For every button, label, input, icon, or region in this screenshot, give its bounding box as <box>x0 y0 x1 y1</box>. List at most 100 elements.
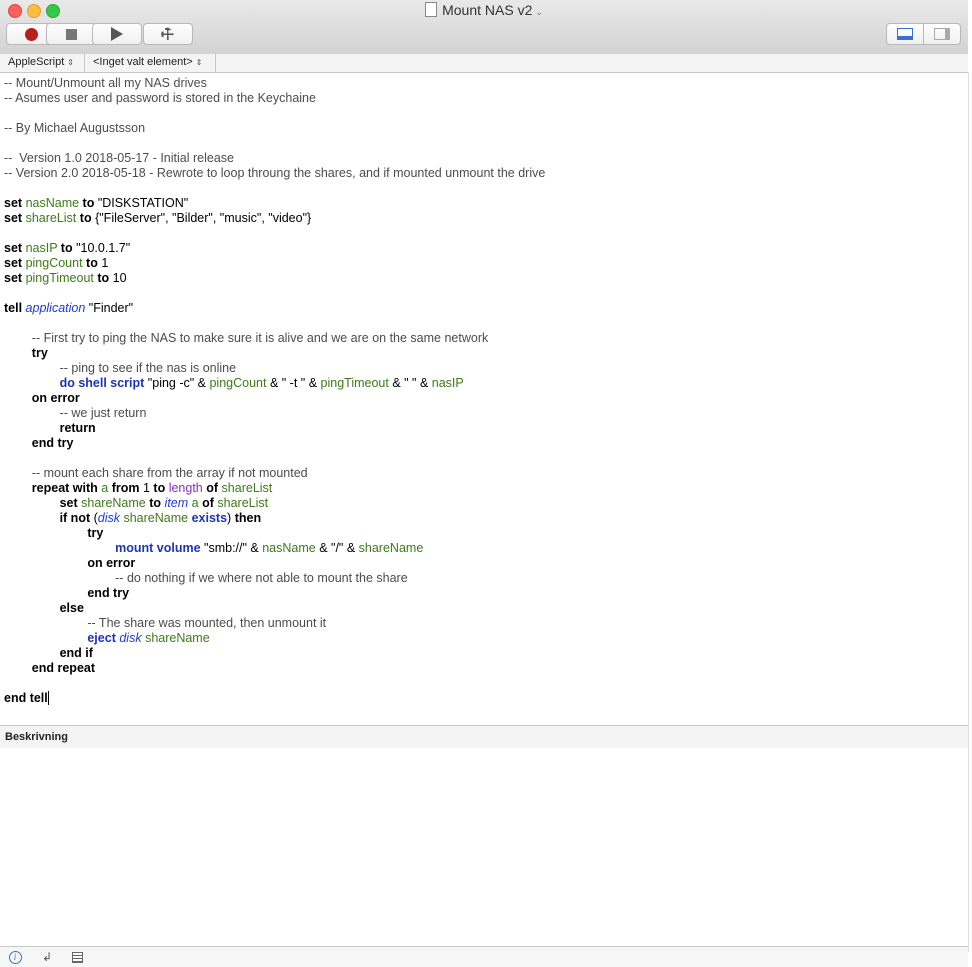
text-cursor <box>47 691 49 705</box>
code-token: "Finder" <box>85 301 134 315</box>
code-token: nasIP <box>25 241 58 255</box>
code-token: & " " & <box>388 376 432 390</box>
code-line: -- First try to ping the NAS to make sur… <box>4 331 488 346</box>
script-editor[interactable]: -- Mount/Unmount all my NAS drives -- Asu… <box>0 76 968 724</box>
code-token: shareList <box>25 211 77 225</box>
event-log-button[interactable] <box>69 950 85 964</box>
code-token: then <box>234 511 262 525</box>
code-token: pingTimeout <box>25 271 94 285</box>
run-button[interactable] <box>92 23 142 45</box>
code-token: length <box>168 481 203 495</box>
code-token: pingCount <box>209 376 267 390</box>
stop-button[interactable] <box>46 23 96 45</box>
description-area[interactable] <box>0 748 968 946</box>
code-line: -- Mount/Unmount all my NAS drives <box>4 76 207 91</box>
code-line: set pingTimeout to 10 <box>4 271 127 286</box>
code-line: -- we just return <box>4 406 147 421</box>
compile-button[interactable]: ⚒ <box>143 23 193 45</box>
code-token: & " -t " & <box>266 376 321 390</box>
code-token: pingTimeout <box>320 376 389 390</box>
language-selector[interactable]: AppleScript ⇕ <box>8 56 74 68</box>
code-token: -- Version 2.0 2018-05-18 - Rewrote to l… <box>4 166 546 180</box>
element-selector[interactable]: <Inget valt element> ⇕ <box>93 56 202 68</box>
code-token: "DISKSTATION" <box>94 196 189 210</box>
code-token: nasName <box>25 196 80 210</box>
code-token: ( <box>90 511 98 525</box>
code-token: of <box>202 496 214 510</box>
code-line: end tell <box>4 691 49 706</box>
code-token: end try <box>31 436 74 450</box>
code-token: repeat with <box>31 481 98 495</box>
code-token: on error <box>31 391 80 405</box>
code-token: mount volume <box>115 541 201 555</box>
description-tab[interactable]: Beskrivning <box>5 731 68 743</box>
replies-button[interactable]: ↲ <box>39 950 55 964</box>
code-line: do shell script "ping -c" & pingCount & … <box>4 376 464 391</box>
code-token: to <box>97 271 110 285</box>
code-line: try <box>4 526 103 541</box>
code-token: "10.0.1.7" <box>72 241 131 255</box>
list-icon <box>71 951 83 963</box>
play-icon <box>111 27 123 41</box>
code-token: shareName <box>145 631 210 645</box>
code-token: set <box>4 211 23 225</box>
description-tab-bar: Beskrivning <box>0 725 968 749</box>
chevron-down-icon: ⌄ <box>535 7 543 17</box>
element-label: <Inget valt element> <box>93 56 193 68</box>
language-label: AppleScript <box>8 56 65 68</box>
code-token: try <box>87 526 104 540</box>
scrollbar[interactable] <box>968 72 972 952</box>
code-token: -- The share was mounted, then unmount i… <box>87 616 327 630</box>
code-token: pingCount <box>25 256 83 270</box>
code-token: "ping -c" & <box>144 376 210 390</box>
code-line: end try <box>4 436 74 451</box>
code-line: set pingCount to 1 <box>4 256 108 271</box>
sidebar-icon <box>934 28 950 40</box>
code-token: -- Asumes user and password is stored in… <box>4 91 316 105</box>
code-token: shareName <box>123 511 189 525</box>
title-bar: Mount NAS v2 ⌄ ⚒ <box>0 0 968 55</box>
code-token: {"FileServer", "Bilder", "music", "video… <box>91 211 312 225</box>
code-line: on error <box>4 391 80 406</box>
code-line: -- mount each share from the array if no… <box>4 466 308 481</box>
code-token: eject <box>87 631 116 645</box>
code-line: set nasName to "DISKSTATION" <box>4 196 188 211</box>
divider <box>84 54 85 72</box>
stop-icon <box>65 28 77 40</box>
code-line: -- Version 2.0 2018-05-18 - Rewrote to l… <box>4 166 545 181</box>
code-token: to <box>149 496 162 510</box>
code-token: application <box>25 301 86 315</box>
code-token: & "/" & <box>315 541 359 555</box>
code-token: -- First try to ping the NAS to make sur… <box>31 331 489 345</box>
show-log-pane-button[interactable] <box>886 23 924 45</box>
code-line: return <box>4 421 96 436</box>
code-line: set shareList to {"FileServer", "Bilder"… <box>4 211 311 226</box>
code-token: nasIP <box>431 376 464 390</box>
code-token: else <box>59 601 84 615</box>
window-title-area[interactable]: Mount NAS v2 ⌄ <box>0 2 968 18</box>
code-line: -- ping to see if the nas is online <box>4 361 237 376</box>
info-icon: i <box>8 950 22 964</box>
document-icon <box>425 2 438 17</box>
show-sidebar-button[interactable] <box>923 23 961 45</box>
code-token: -- Version 1.0 2018-05-17 - Initial rele… <box>4 151 234 165</box>
code-token: end try <box>87 586 130 600</box>
code-token: disk <box>97 511 120 525</box>
code-token: shareList <box>217 496 269 510</box>
code-token: set <box>4 241 23 255</box>
code-token: 1 <box>97 256 109 270</box>
code-token: on error <box>87 556 136 570</box>
code-token: -- mount each share from the array if no… <box>31 466 308 480</box>
code-line: tell application "Finder" <box>4 301 133 316</box>
info-button[interactable]: i <box>7 950 23 964</box>
code-token: ) <box>227 511 235 525</box>
